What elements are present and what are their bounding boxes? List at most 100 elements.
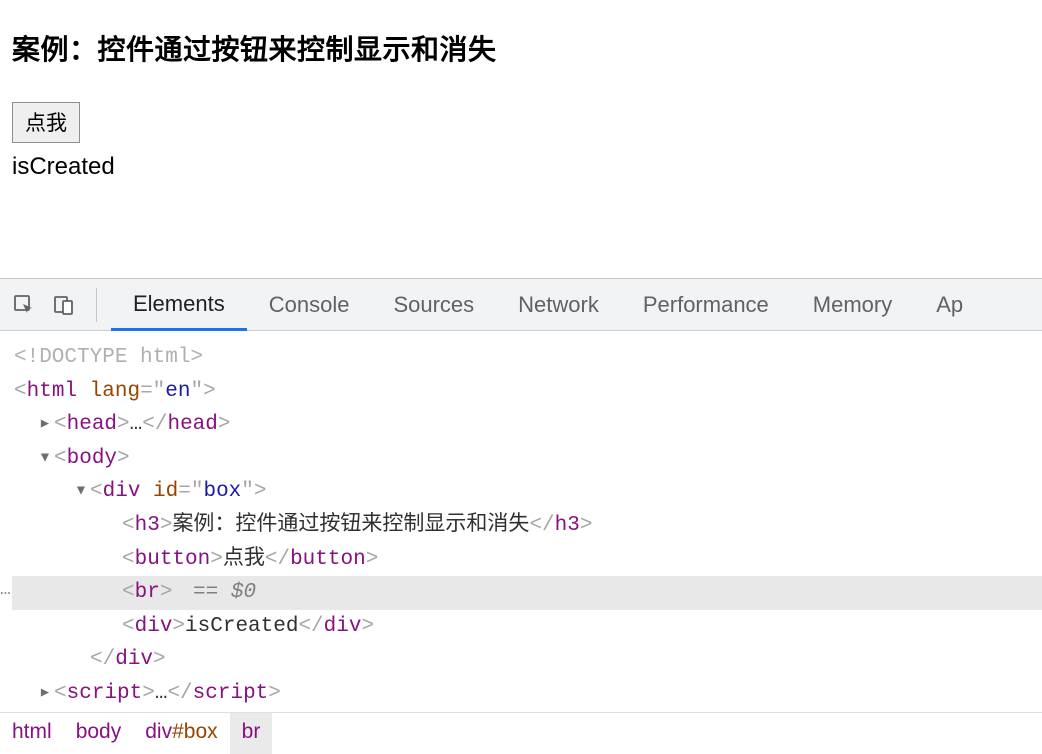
dom-token: lang xyxy=(90,380,140,403)
dom-token: == $0 xyxy=(180,581,256,604)
dom-token: > xyxy=(160,514,173,537)
dom-token: " xyxy=(153,380,166,403)
dom-token: … xyxy=(130,413,143,436)
devtools-tab[interactable]: Ap xyxy=(914,279,985,330)
dom-token: < xyxy=(122,581,135,604)
dom-tree-row[interactable]: <script>…</script> xyxy=(12,677,1042,711)
dom-token: </ xyxy=(265,548,290,571)
dom-token: 案例：控件通过按钮来控制显示和消失 xyxy=(172,514,529,537)
dom-token: < xyxy=(54,413,67,436)
dom-token: script xyxy=(193,682,269,705)
dom-token: </ xyxy=(529,514,554,537)
dom-token: > xyxy=(580,514,593,537)
dom-token: > xyxy=(268,682,281,705)
dom-token: = xyxy=(178,480,191,503)
dom-token: </ xyxy=(167,682,192,705)
dom-token: button xyxy=(135,548,211,571)
dom-token: box xyxy=(203,480,241,503)
dom-token: > xyxy=(203,380,216,403)
inspect-element-icon[interactable] xyxy=(10,291,38,319)
dom-tree-row[interactable]: <button>点我</button> xyxy=(12,543,1042,577)
breadcrumb-tag: body xyxy=(76,720,122,743)
devtools-tab[interactable]: Elements xyxy=(111,279,247,331)
dom-token: body xyxy=(67,447,117,470)
dom-tree-row[interactable]: </div> xyxy=(12,643,1042,677)
dom-token: </ xyxy=(90,648,115,671)
dom-token: h3 xyxy=(555,514,580,537)
dom-token: = xyxy=(140,380,153,403)
dom-token: > xyxy=(210,548,223,571)
collapse-arrow-icon[interactable] xyxy=(36,442,54,476)
dom-token: div xyxy=(103,480,141,503)
dom-token: en xyxy=(165,380,190,403)
dom-token: html xyxy=(27,380,77,403)
dom-token: h3 xyxy=(135,514,160,537)
device-toolbar-icon[interactable] xyxy=(50,291,78,319)
dom-token: < xyxy=(122,615,135,638)
dom-tree-row[interactable]: <div id="box"> xyxy=(12,475,1042,509)
dom-token: " xyxy=(191,480,204,503)
devtools-tab[interactable]: Memory xyxy=(791,279,914,330)
collapse-arrow-icon[interactable] xyxy=(72,475,90,509)
dom-token: < xyxy=(90,480,103,503)
devtools-tab[interactable]: Console xyxy=(247,279,372,330)
toolbar-separator xyxy=(96,288,97,322)
dom-token: < xyxy=(14,380,27,403)
dom-token: > xyxy=(142,682,155,705)
dom-tree-row[interactable]: <html lang="en"> xyxy=(12,375,1042,409)
dom-tree-row[interactable]: <!DOCTYPE html> xyxy=(12,341,1042,375)
devtools-toolbar: ElementsConsoleSourcesNetworkPerformance… xyxy=(0,279,1042,331)
dom-token: > xyxy=(254,480,267,503)
breadcrumb-id: #box xyxy=(172,720,218,743)
expand-arrow-icon[interactable] xyxy=(36,677,54,711)
devtools-tab[interactable]: Sources xyxy=(371,279,496,330)
page-heading: 案例：控件通过按钮来控制显示和消失 xyxy=(12,28,1030,68)
dom-token: <!DOCTYPE html> xyxy=(14,346,203,369)
dom-token: > xyxy=(160,581,173,604)
dom-token: < xyxy=(122,514,135,537)
dom-token xyxy=(77,380,90,403)
dom-token: head xyxy=(67,413,117,436)
devtools-panel: ElementsConsoleSourcesNetworkPerformance… xyxy=(0,278,1042,754)
dom-token: > xyxy=(117,447,130,470)
dom-token: > xyxy=(218,413,231,436)
rendered-page: 案例：控件通过按钮来控制显示和消失 点我 isCreated xyxy=(0,0,1042,181)
expand-arrow-icon[interactable] xyxy=(36,408,54,442)
breadcrumb-item[interactable]: br xyxy=(230,713,273,754)
breadcrumb-item[interactable]: html xyxy=(0,713,64,754)
dom-tree-row[interactable]: <div>isCreated</div> xyxy=(12,610,1042,644)
dom-token: " xyxy=(241,480,254,503)
dom-token: div xyxy=(135,615,173,638)
dom-token: … xyxy=(155,682,168,705)
dom-tree-row[interactable]: <head>…</head> xyxy=(12,408,1042,442)
dom-tree-row[interactable]: <br> == $0 xyxy=(12,576,1042,610)
dom-token: div xyxy=(324,615,362,638)
dom-token: > xyxy=(117,413,130,436)
dom-token: br xyxy=(135,581,160,604)
dom-token: < xyxy=(54,447,67,470)
toggle-button[interactable]: 点我 xyxy=(12,102,80,143)
dom-token: > xyxy=(153,648,166,671)
dom-token: </ xyxy=(298,615,323,638)
devtools-tabs: ElementsConsoleSourcesNetworkPerformance… xyxy=(111,279,985,330)
status-text: isCreated xyxy=(12,153,1030,181)
dom-token: > xyxy=(172,615,185,638)
dom-tree-row[interactable]: <h3>案例：控件通过按钮来控制显示和消失</h3> xyxy=(12,509,1042,543)
breadcrumb-item[interactable]: div#box xyxy=(133,713,229,754)
dom-token: div xyxy=(115,648,153,671)
dom-token: head xyxy=(167,413,217,436)
dom-token: < xyxy=(122,548,135,571)
devtools-tab[interactable]: Network xyxy=(496,279,621,330)
dom-tree-row[interactable]: <body> xyxy=(12,442,1042,476)
dom-token: button xyxy=(290,548,366,571)
dom-token: isCreated xyxy=(185,615,298,638)
dom-token xyxy=(140,480,153,503)
dom-token: script xyxy=(67,682,143,705)
breadcrumb-item[interactable]: body xyxy=(64,713,134,754)
devtools-tab[interactable]: Performance xyxy=(621,279,791,330)
dom-token: id xyxy=(153,480,178,503)
dom-tree-panel[interactable]: <!DOCTYPE html><html lang="en"><head>…</… xyxy=(0,331,1042,712)
dom-token: > xyxy=(366,548,379,571)
dom-breadcrumb: html body div#boxbr xyxy=(0,712,1042,754)
dom-token: 点我 xyxy=(223,548,265,571)
